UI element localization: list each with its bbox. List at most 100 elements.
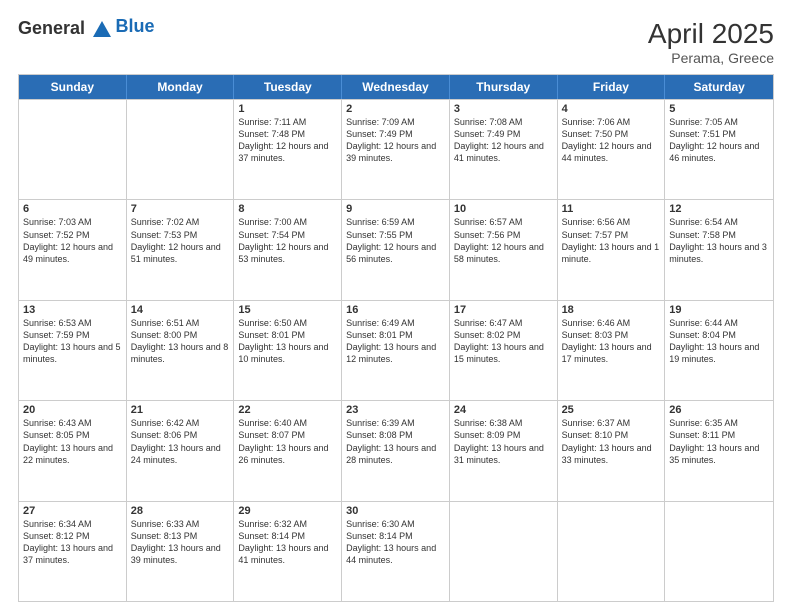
- calendar-cell: 25Sunrise: 6:37 AM Sunset: 8:10 PM Dayli…: [558, 401, 666, 500]
- calendar-cell: 13Sunrise: 6:53 AM Sunset: 7:59 PM Dayli…: [19, 301, 127, 400]
- day-info: Sunrise: 6:56 AM Sunset: 7:57 PM Dayligh…: [562, 216, 661, 265]
- calendar-cell: [665, 502, 773, 601]
- calendar-row: 13Sunrise: 6:53 AM Sunset: 7:59 PM Dayli…: [19, 300, 773, 400]
- day-number: 12: [669, 203, 769, 215]
- title-block: April 2025 Perama, Greece: [648, 18, 774, 66]
- day-of-week-sunday: Sunday: [19, 75, 127, 99]
- calendar-row: 1Sunrise: 7:11 AM Sunset: 7:48 PM Daylig…: [19, 99, 773, 199]
- day-info: Sunrise: 6:49 AM Sunset: 8:01 PM Dayligh…: [346, 317, 445, 366]
- day-info: Sunrise: 7:05 AM Sunset: 7:51 PM Dayligh…: [669, 116, 769, 165]
- day-number: 7: [131, 203, 230, 215]
- day-number: 3: [454, 103, 553, 115]
- calendar-cell: [127, 100, 235, 199]
- day-number: 5: [669, 103, 769, 115]
- calendar-cell: [19, 100, 127, 199]
- day-info: Sunrise: 6:53 AM Sunset: 7:59 PM Dayligh…: [23, 317, 122, 366]
- day-info: Sunrise: 6:39 AM Sunset: 8:08 PM Dayligh…: [346, 417, 445, 466]
- day-number: 6: [23, 203, 122, 215]
- calendar-cell: 4Sunrise: 7:06 AM Sunset: 7:50 PM Daylig…: [558, 100, 666, 199]
- logo-icon: [91, 19, 113, 41]
- day-number: 14: [131, 304, 230, 316]
- day-number: 8: [238, 203, 337, 215]
- calendar-cell: 5Sunrise: 7:05 AM Sunset: 7:51 PM Daylig…: [665, 100, 773, 199]
- logo-general-text: General: [18, 18, 85, 38]
- day-number: 15: [238, 304, 337, 316]
- day-info: Sunrise: 7:06 AM Sunset: 7:50 PM Dayligh…: [562, 116, 661, 165]
- day-of-week-tuesday: Tuesday: [234, 75, 342, 99]
- calendar-cell: 18Sunrise: 6:46 AM Sunset: 8:03 PM Dayli…: [558, 301, 666, 400]
- day-number: 10: [454, 203, 553, 215]
- calendar-title: April 2025: [648, 18, 774, 50]
- logo-blue-text: Blue: [116, 16, 155, 37]
- calendar-cell: 2Sunrise: 7:09 AM Sunset: 7:49 PM Daylig…: [342, 100, 450, 199]
- day-number: 16: [346, 304, 445, 316]
- day-info: Sunrise: 6:59 AM Sunset: 7:55 PM Dayligh…: [346, 216, 445, 265]
- day-info: Sunrise: 6:42 AM Sunset: 8:06 PM Dayligh…: [131, 417, 230, 466]
- day-number: 26: [669, 404, 769, 416]
- day-number: 1: [238, 103, 337, 115]
- day-info: Sunrise: 6:32 AM Sunset: 8:14 PM Dayligh…: [238, 518, 337, 567]
- calendar-cell: 12Sunrise: 6:54 AM Sunset: 7:58 PM Dayli…: [665, 200, 773, 299]
- day-info: Sunrise: 6:51 AM Sunset: 8:00 PM Dayligh…: [131, 317, 230, 366]
- calendar-row: 27Sunrise: 6:34 AM Sunset: 8:12 PM Dayli…: [19, 501, 773, 601]
- day-info: Sunrise: 6:57 AM Sunset: 7:56 PM Dayligh…: [454, 216, 553, 265]
- calendar-cell: 27Sunrise: 6:34 AM Sunset: 8:12 PM Dayli…: [19, 502, 127, 601]
- calendar-cell: 15Sunrise: 6:50 AM Sunset: 8:01 PM Dayli…: [234, 301, 342, 400]
- day-info: Sunrise: 7:08 AM Sunset: 7:49 PM Dayligh…: [454, 116, 553, 165]
- day-of-week-thursday: Thursday: [450, 75, 558, 99]
- calendar: SundayMondayTuesdayWednesdayThursdayFrid…: [18, 74, 774, 602]
- header: General Blue April 2025 Perama, Greece: [18, 18, 774, 66]
- day-number: 28: [131, 505, 230, 517]
- calendar-cell: 26Sunrise: 6:35 AM Sunset: 8:11 PM Dayli…: [665, 401, 773, 500]
- day-number: 24: [454, 404, 553, 416]
- calendar-cell: 29Sunrise: 6:32 AM Sunset: 8:14 PM Dayli…: [234, 502, 342, 601]
- calendar-cell: 17Sunrise: 6:47 AM Sunset: 8:02 PM Dayli…: [450, 301, 558, 400]
- calendar-cell: [558, 502, 666, 601]
- day-number: 2: [346, 103, 445, 115]
- day-info: Sunrise: 7:03 AM Sunset: 7:52 PM Dayligh…: [23, 216, 122, 265]
- day-number: 17: [454, 304, 553, 316]
- day-number: 9: [346, 203, 445, 215]
- day-of-week-friday: Friday: [558, 75, 666, 99]
- calendar-cell: 6Sunrise: 7:03 AM Sunset: 7:52 PM Daylig…: [19, 200, 127, 299]
- calendar-cell: 9Sunrise: 6:59 AM Sunset: 7:55 PM Daylig…: [342, 200, 450, 299]
- calendar-cell: 10Sunrise: 6:57 AM Sunset: 7:56 PM Dayli…: [450, 200, 558, 299]
- day-info: Sunrise: 6:50 AM Sunset: 8:01 PM Dayligh…: [238, 317, 337, 366]
- day-number: 19: [669, 304, 769, 316]
- day-info: Sunrise: 6:33 AM Sunset: 8:13 PM Dayligh…: [131, 518, 230, 567]
- calendar-cell: 30Sunrise: 6:30 AM Sunset: 8:14 PM Dayli…: [342, 502, 450, 601]
- logo: General Blue: [18, 18, 155, 41]
- day-info: Sunrise: 6:34 AM Sunset: 8:12 PM Dayligh…: [23, 518, 122, 567]
- calendar-body: 1Sunrise: 7:11 AM Sunset: 7:48 PM Daylig…: [19, 99, 773, 601]
- day-number: 25: [562, 404, 661, 416]
- day-number: 21: [131, 404, 230, 416]
- day-number: 22: [238, 404, 337, 416]
- day-info: Sunrise: 6:44 AM Sunset: 8:04 PM Dayligh…: [669, 317, 769, 366]
- day-info: Sunrise: 6:30 AM Sunset: 8:14 PM Dayligh…: [346, 518, 445, 567]
- day-info: Sunrise: 6:40 AM Sunset: 8:07 PM Dayligh…: [238, 417, 337, 466]
- day-number: 23: [346, 404, 445, 416]
- calendar-cell: 20Sunrise: 6:43 AM Sunset: 8:05 PM Dayli…: [19, 401, 127, 500]
- day-number: 29: [238, 505, 337, 517]
- day-number: 18: [562, 304, 661, 316]
- calendar-cell: 28Sunrise: 6:33 AM Sunset: 8:13 PM Dayli…: [127, 502, 235, 601]
- calendar-row: 20Sunrise: 6:43 AM Sunset: 8:05 PM Dayli…: [19, 400, 773, 500]
- day-info: Sunrise: 6:46 AM Sunset: 8:03 PM Dayligh…: [562, 317, 661, 366]
- day-info: Sunrise: 6:54 AM Sunset: 7:58 PM Dayligh…: [669, 216, 769, 265]
- calendar-row: 6Sunrise: 7:03 AM Sunset: 7:52 PM Daylig…: [19, 199, 773, 299]
- calendar-cell: [450, 502, 558, 601]
- day-info: Sunrise: 6:43 AM Sunset: 8:05 PM Dayligh…: [23, 417, 122, 466]
- calendar-header: SundayMondayTuesdayWednesdayThursdayFrid…: [19, 75, 773, 99]
- calendar-cell: 3Sunrise: 7:08 AM Sunset: 7:49 PM Daylig…: [450, 100, 558, 199]
- calendar-cell: 23Sunrise: 6:39 AM Sunset: 8:08 PM Dayli…: [342, 401, 450, 500]
- day-number: 4: [562, 103, 661, 115]
- calendar-cell: 21Sunrise: 6:42 AM Sunset: 8:06 PM Dayli…: [127, 401, 235, 500]
- day-number: 30: [346, 505, 445, 517]
- calendar-cell: 7Sunrise: 7:02 AM Sunset: 7:53 PM Daylig…: [127, 200, 235, 299]
- day-info: Sunrise: 7:09 AM Sunset: 7:49 PM Dayligh…: [346, 116, 445, 165]
- calendar-cell: 16Sunrise: 6:49 AM Sunset: 8:01 PM Dayli…: [342, 301, 450, 400]
- day-info: Sunrise: 6:38 AM Sunset: 8:09 PM Dayligh…: [454, 417, 553, 466]
- day-info: Sunrise: 6:37 AM Sunset: 8:10 PM Dayligh…: [562, 417, 661, 466]
- calendar-cell: 1Sunrise: 7:11 AM Sunset: 7:48 PM Daylig…: [234, 100, 342, 199]
- calendar-cell: 24Sunrise: 6:38 AM Sunset: 8:09 PM Dayli…: [450, 401, 558, 500]
